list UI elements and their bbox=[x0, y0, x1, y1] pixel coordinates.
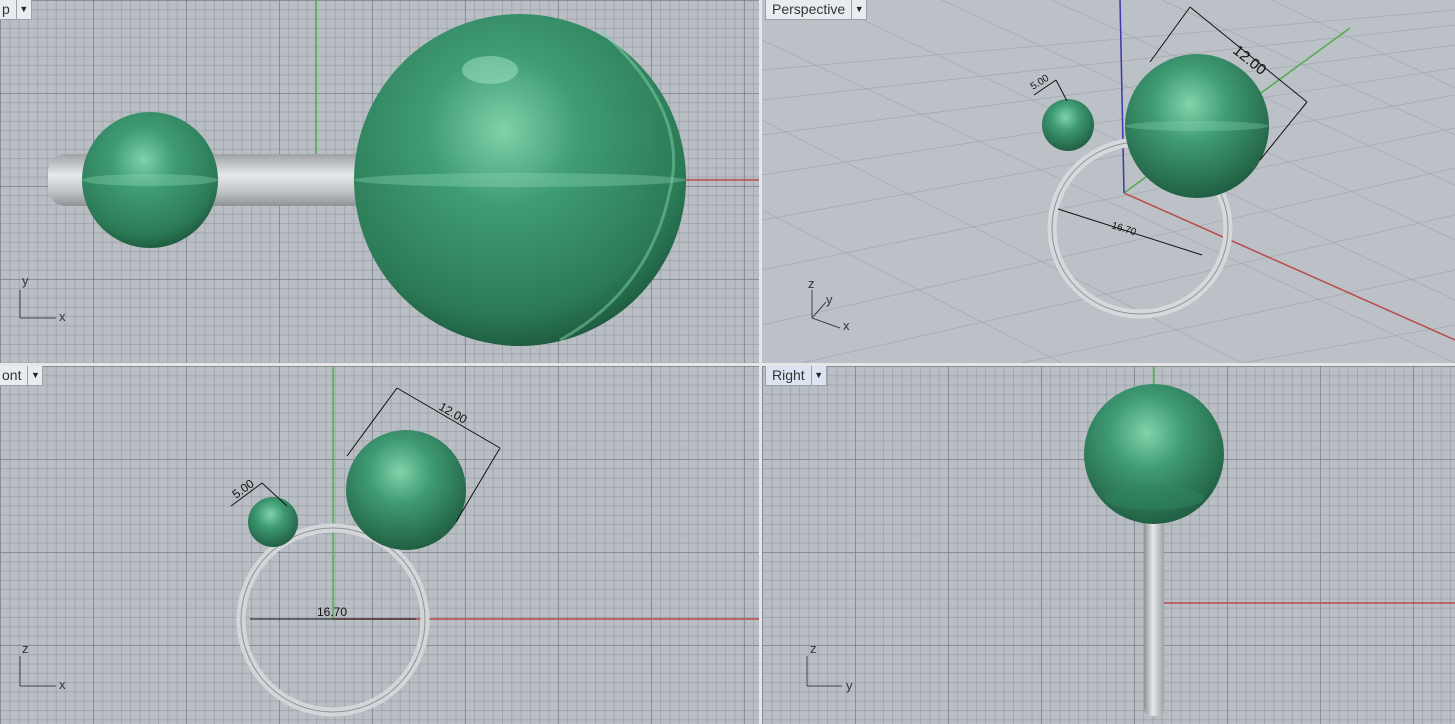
viewport-right[interactable]: z y Right ▼ bbox=[762, 366, 1455, 724]
viewport-tab-right[interactable]: Right ▼ bbox=[765, 366, 827, 386]
dropdown-arrow-icon[interactable]: ▼ bbox=[810, 366, 826, 385]
dimension-small-gem: 5.00 bbox=[1029, 73, 1052, 93]
large-gem bbox=[346, 430, 466, 550]
ring-shank bbox=[1144, 516, 1164, 716]
front-view-canvas: 12.00 5.00 16.70 z x bbox=[19, 366, 759, 717]
dimension-ring: 16.70 bbox=[317, 605, 347, 619]
dimension-small-gem: 5.00 bbox=[230, 476, 257, 501]
viewport-title[interactable]: p bbox=[0, 0, 16, 19]
viewport-title[interactable]: ont bbox=[0, 366, 27, 385]
small-gem bbox=[1042, 99, 1094, 151]
small-gem bbox=[248, 497, 298, 547]
axis-label-x: x bbox=[843, 318, 850, 333]
viewport-front[interactable]: 12.00 5.00 16.70 z x ont ▼ bbox=[0, 366, 759, 724]
dropdown-arrow-icon[interactable]: ▼ bbox=[15, 0, 31, 19]
dropdown-arrow-icon[interactable]: ▼ bbox=[27, 366, 42, 385]
viewport-title[interactable]: Right bbox=[766, 366, 811, 385]
axis-label-z: z bbox=[810, 641, 817, 656]
x-axis-line bbox=[1123, 192, 1455, 341]
axis-label-z: z bbox=[808, 276, 815, 291]
top-view-canvas: y x bbox=[19, 0, 759, 346]
viewport-top[interactable]: y x p ▼ bbox=[0, 0, 759, 363]
viewport-tab-perspective[interactable]: Perspective ▼ bbox=[765, 0, 868, 20]
axis-label-y: y bbox=[826, 292, 833, 307]
viewport-perspective[interactable]: 12.00 5.00 16.70 z y x Perspective ▼ bbox=[762, 0, 1455, 363]
viewport-splitter-vertical[interactable] bbox=[759, 0, 762, 724]
right-view-canvas: z y bbox=[806, 366, 1455, 716]
axis-label-x: x bbox=[59, 677, 66, 692]
perspective-view-canvas: 12.00 5.00 16.70 z y x bbox=[762, 0, 1455, 363]
viewport-tab-top[interactable]: p ▼ bbox=[0, 0, 32, 20]
dimension-large-gem: 12.00 bbox=[437, 399, 470, 426]
axis-label-y: y bbox=[846, 678, 853, 693]
viewport-tab-front[interactable]: ont ▼ bbox=[0, 366, 44, 386]
viewport-title[interactable]: Perspective bbox=[766, 0, 851, 19]
axis-label-x: x bbox=[59, 309, 66, 324]
dimension-ring: 16.70 bbox=[1110, 220, 1138, 238]
z-axis-line bbox=[1119, 0, 1125, 194]
axis-label-y: y bbox=[22, 273, 29, 288]
axis-label-z: z bbox=[22, 641, 29, 656]
viewport-splitter-horizontal[interactable] bbox=[0, 363, 1455, 366]
dropdown-arrow-icon[interactable]: ▼ bbox=[851, 0, 866, 19]
